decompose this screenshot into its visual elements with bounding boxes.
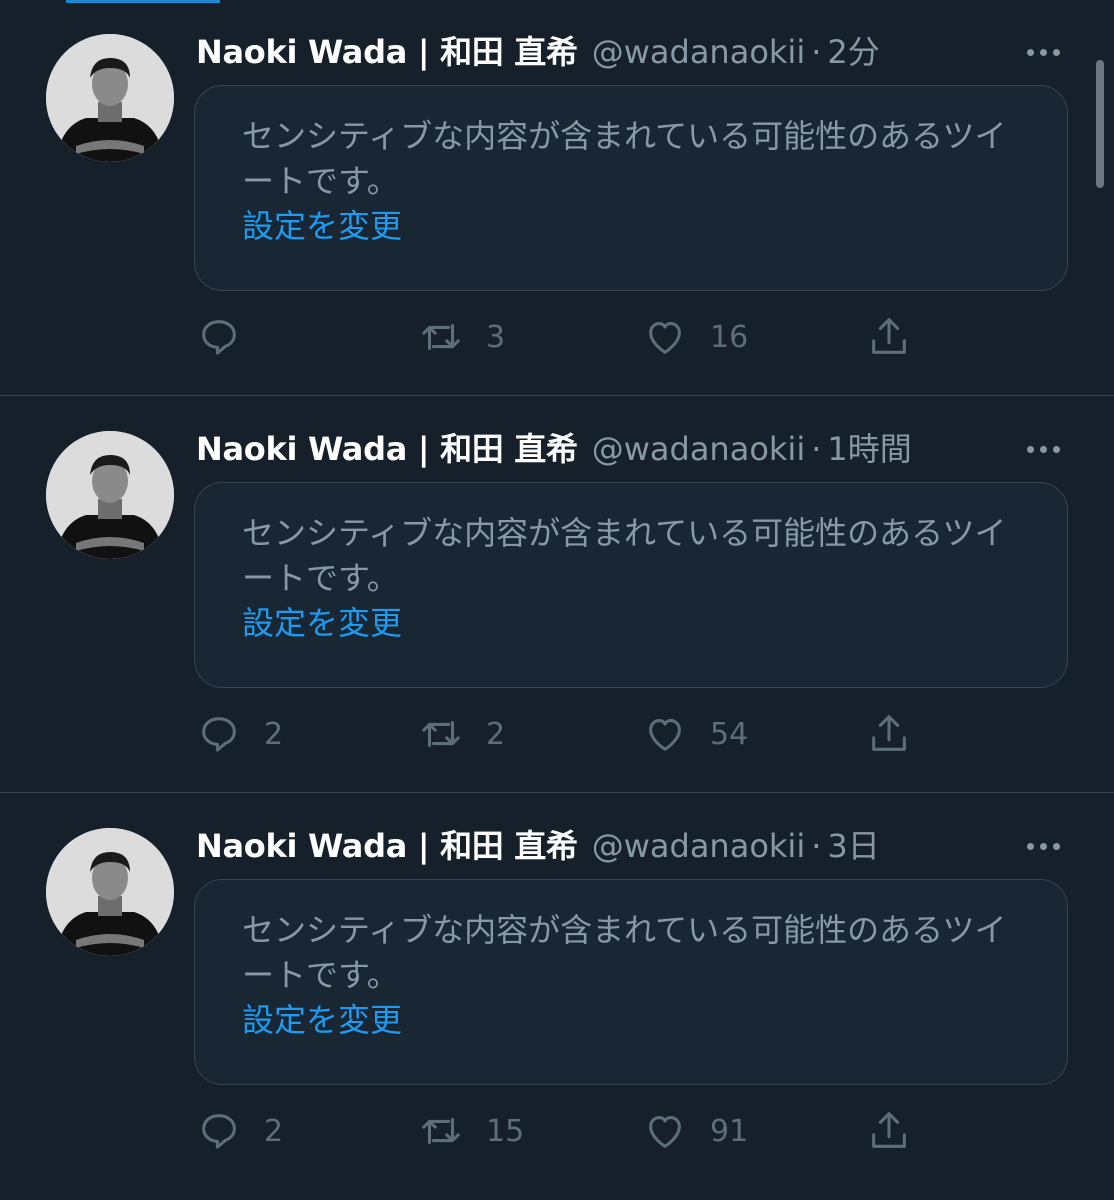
timestamp[interactable]: 1時間 xyxy=(827,425,911,473)
separator-dot: · xyxy=(811,430,822,468)
tweet[interactable]: Naoki Wada | 和田 直希 @wadanaokii · 1時間 センシ… xyxy=(0,397,1114,793)
sensitive-content-notice: センシティブな内容が含まれている可能性のあるツイートです。 設定を変更 xyxy=(194,85,1068,291)
notice-text: センシティブな内容が含まれている可能性のあるツイートです。 xyxy=(242,911,1007,994)
like-button[interactable]: 16 xyxy=(642,312,748,362)
share-button[interactable] xyxy=(866,1106,912,1156)
reply-icon xyxy=(202,320,236,355)
reply-count: 2 xyxy=(264,1113,284,1149)
retweet-button[interactable]: 15 xyxy=(418,1106,524,1156)
timestamp[interactable]: 3日 xyxy=(827,822,879,870)
user-handle[interactable]: @wadanaokii xyxy=(592,425,805,473)
share-icon xyxy=(872,318,906,354)
tweet-actions: 2 15 91 xyxy=(0,1106,1114,1156)
like-count: 54 xyxy=(710,716,749,752)
share-button[interactable] xyxy=(866,312,912,362)
like-count: 16 xyxy=(710,319,749,355)
display-name[interactable]: Naoki Wada | 和田 直希 xyxy=(196,822,578,870)
like-button[interactable]: 91 xyxy=(642,1106,748,1156)
share-button[interactable] xyxy=(866,709,912,759)
sensitive-content-notice: センシティブな内容が含まれている可能性のあるツイートです。 設定を変更 xyxy=(194,482,1068,688)
user-handle[interactable]: @wadanaokii xyxy=(592,28,805,76)
user-handle[interactable]: @wadanaokii xyxy=(592,822,805,870)
avatar[interactable] xyxy=(46,431,174,559)
tweet-header: Naoki Wada | 和田 直希 @wadanaokii · 1時間 xyxy=(196,425,912,473)
tweet-actions: 3 16 xyxy=(0,312,1114,362)
heart-icon xyxy=(649,322,681,354)
retweet-icon xyxy=(422,323,460,351)
retweet-icon xyxy=(422,1117,460,1145)
change-settings-link[interactable]: 設定を変更 xyxy=(242,601,402,646)
heart-icon xyxy=(649,719,681,751)
timeline-feed: Naoki Wada | 和田 直希 @wadanaokii · 2分 センシテ… xyxy=(0,0,1114,1200)
more-icon[interactable] xyxy=(1018,40,1068,64)
reply-button[interactable] xyxy=(196,312,264,362)
change-settings-link[interactable]: 設定を変更 xyxy=(242,204,402,249)
share-icon xyxy=(872,1112,906,1148)
heart-icon xyxy=(649,1116,681,1148)
avatar[interactable] xyxy=(46,34,174,162)
sensitive-content-notice: センシティブな内容が含まれている可能性のあるツイートです。 設定を変更 xyxy=(194,879,1068,1085)
timestamp[interactable]: 2分 xyxy=(827,28,879,76)
reply-button[interactable]: 2 xyxy=(196,709,283,759)
retweet-icon xyxy=(422,720,460,748)
tweet[interactable]: Naoki Wada | 和田 直希 @wadanaokii · 3日 センシテ… xyxy=(0,794,1114,1190)
retweet-count: 15 xyxy=(486,1113,525,1149)
scrollbar[interactable] xyxy=(1096,60,1104,188)
tweet-actions: 2 2 54 xyxy=(0,709,1114,759)
reply-count: 2 xyxy=(264,716,284,752)
display-name[interactable]: Naoki Wada | 和田 直希 xyxy=(196,28,578,76)
like-button[interactable]: 54 xyxy=(642,709,748,759)
display-name[interactable]: Naoki Wada | 和田 直希 xyxy=(196,425,578,473)
retweet-count: 3 xyxy=(486,319,506,355)
reply-icon xyxy=(202,1114,236,1149)
notice-text: センシティブな内容が含まれている可能性のあるツイートです。 xyxy=(242,117,1007,200)
separator-dot: · xyxy=(811,33,822,71)
retweet-button[interactable]: 2 xyxy=(418,709,505,759)
more-icon[interactable] xyxy=(1018,834,1068,858)
retweet-button[interactable]: 3 xyxy=(418,312,505,362)
notice-text: センシティブな内容が含まれている可能性のあるツイートです。 xyxy=(242,514,1007,597)
reply-button[interactable]: 2 xyxy=(196,1106,283,1156)
retweet-count: 2 xyxy=(486,716,506,752)
tweet[interactable]: Naoki Wada | 和田 直希 @wadanaokii · 2分 センシテ… xyxy=(0,0,1114,396)
like-count: 91 xyxy=(710,1113,749,1149)
more-icon[interactable] xyxy=(1018,437,1068,461)
tweet-header: Naoki Wada | 和田 直希 @wadanaokii · 3日 xyxy=(196,822,880,870)
change-settings-link[interactable]: 設定を変更 xyxy=(242,998,402,1043)
share-icon xyxy=(872,715,906,751)
avatar[interactable] xyxy=(46,828,174,956)
separator-dot: · xyxy=(811,827,822,865)
reply-icon xyxy=(202,717,236,752)
tweet-header: Naoki Wada | 和田 直希 @wadanaokii · 2分 xyxy=(196,28,880,76)
